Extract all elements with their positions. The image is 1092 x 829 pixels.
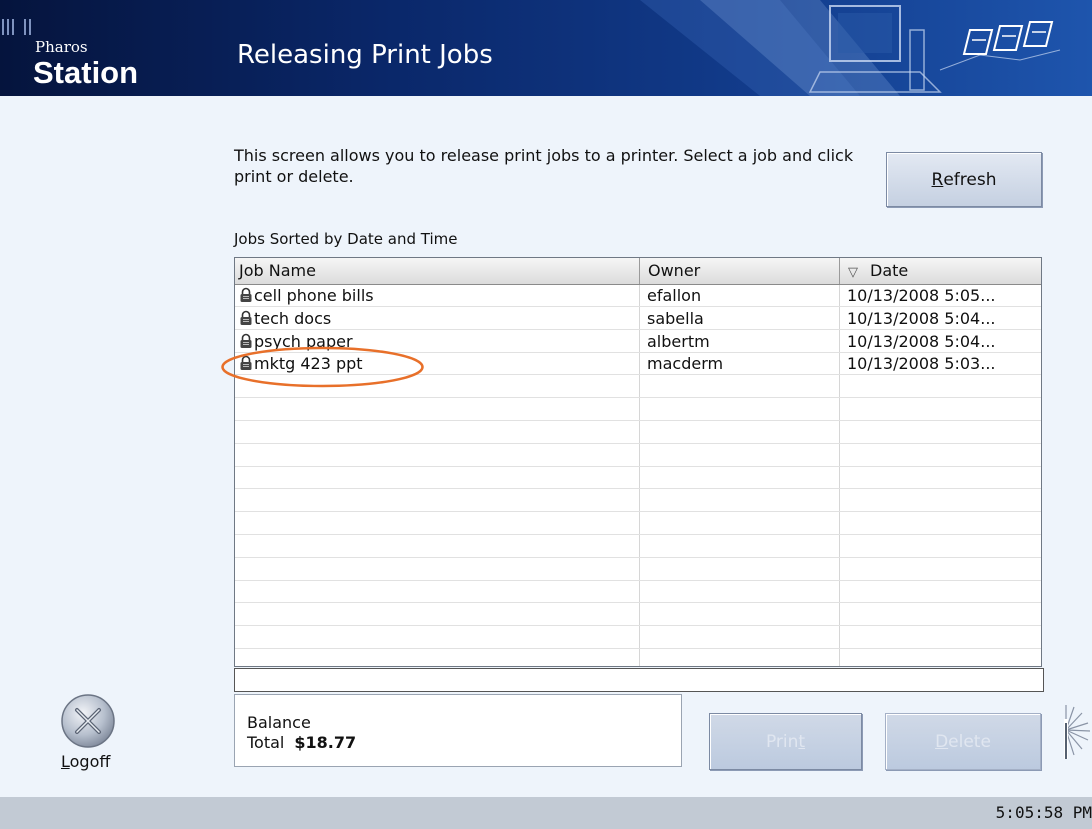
delete-accel: D (935, 731, 949, 752)
date-cell: 10/13/2008 5:03... (847, 354, 996, 374)
total-amount: $18.77 (294, 733, 357, 752)
date-cell: 10/13/2008 5:04... (847, 331, 996, 351)
owner-cell: macderm (647, 354, 724, 374)
balance-label: Balance (247, 713, 311, 732)
owner-cell: albertm (647, 331, 710, 351)
table-row[interactable]: cell phone bills efallon 10/13/2008 5:05..… (235, 285, 1041, 307)
brand-bars-icon (2, 19, 31, 35)
table-row (235, 467, 1041, 490)
job-name-cell: cell phone bills (239, 285, 637, 307)
refresh-button[interactable]: Refresh (886, 152, 1042, 207)
owner-cell: sabella (647, 308, 704, 328)
jobs-sort-label: Jobs Sorted by Date and Time (234, 230, 458, 248)
delete-label-rest: elete (948, 731, 991, 752)
lock-icon (239, 310, 253, 326)
date-cell: 10/13/2008 5:05... (847, 286, 996, 305)
column-header-owner[interactable]: Owner (640, 258, 840, 284)
refresh-accel: R (931, 169, 944, 190)
table-row (235, 604, 1041, 627)
date-cell: 10/13/2008 5:04... (847, 308, 996, 328)
lock-icon (239, 287, 253, 303)
print-accel: t (798, 731, 806, 752)
table-row (235, 490, 1041, 513)
activity-burst-icon (1064, 705, 1091, 759)
table-row (235, 627, 1041, 649)
logoff-x-icon[interactable] (60, 693, 116, 749)
jobs-table[interactable]: Job Name Owner ▽ Date cell phone bills efa… (234, 257, 1042, 672)
total-row: Total $18.77 (247, 733, 356, 752)
job-name-text: cell phone bills (254, 286, 374, 305)
balance-panel: Balance Total $18.77 (234, 694, 682, 767)
brand-name-large: Station (33, 55, 139, 90)
clock-time: 5:05:58 PM (995, 803, 1092, 822)
workstation-decoration-icon (640, 0, 1061, 96)
table-row (235, 559, 1041, 581)
print-button[interactable]: Prin t (709, 713, 862, 770)
job-name-cell: tech docs (239, 308, 637, 330)
date-heading: Date (870, 261, 909, 280)
table-row (235, 445, 1041, 467)
highlight-ellipse-annotation (221, 346, 424, 388)
logoff-label-rest: ogoff (69, 752, 111, 771)
table-header: Job Name Owner ▽ Date (235, 258, 1041, 285)
table-row[interactable]: tech docs sabella 10/13/2008 5:04... (235, 308, 1041, 330)
job-name-heading: Job Name (239, 261, 316, 280)
table-row (235, 422, 1041, 444)
sort-descending-icon: ▽ (848, 265, 858, 280)
logoff-label[interactable]: Logoff (61, 752, 110, 771)
table-row (235, 399, 1041, 421)
table-row (235, 513, 1041, 535)
table-row (235, 581, 1041, 604)
column-header-job-name[interactable]: Job Name (235, 258, 640, 284)
delete-button[interactable]: Delete (885, 713, 1041, 770)
header-banner: Pharos Station Releasing Print Jobs (0, 0, 1092, 96)
job-name-text: tech docs (254, 308, 332, 328)
table-row (235, 536, 1041, 558)
footer-bar: 5:05:58 PM (0, 797, 1092, 829)
logoff-accel: L (61, 752, 70, 771)
print-label-prefix: Prin (765, 731, 799, 752)
refresh-label-rest: efresh (943, 169, 997, 190)
owner-heading: Owner (648, 261, 701, 280)
brand-name-small: Pharos (35, 38, 88, 56)
instructions-text: This screen allows you to release print … (234, 146, 854, 186)
status-bar (234, 668, 1044, 692)
total-label: Total (247, 733, 285, 752)
page-title: Releasing Print Jobs (237, 40, 493, 70)
owner-cell: efallon (647, 286, 702, 305)
column-header-date[interactable]: ▽ Date (840, 258, 1041, 284)
